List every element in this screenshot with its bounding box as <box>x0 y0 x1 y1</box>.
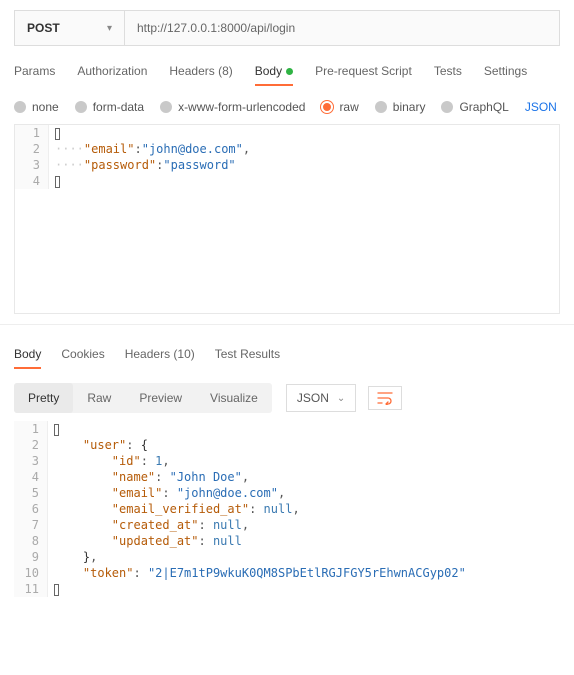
cursor-icon <box>54 424 59 436</box>
tab-params[interactable]: Params <box>14 64 55 86</box>
radio-icon <box>14 101 26 113</box>
line-number: 1 <box>15 125 49 141</box>
request-tabs: Params Authorization Headers (8) Body Pr… <box>0 46 574 86</box>
tab-body[interactable]: Body <box>255 64 293 86</box>
resp-tab-headers[interactable]: Headers (10) <box>125 347 195 369</box>
chevron-down-icon: ▾ <box>107 23 112 34</box>
response-body-editor[interactable]: 1 2 "user": { 3 "id": 1, 4 "name": "John… <box>14 421 560 597</box>
line-number: 2 <box>15 141 49 157</box>
response-tabs: Body Cookies Headers (10) Test Results <box>0 324 574 369</box>
line-number: 3 <box>14 453 48 469</box>
radio-none[interactable]: none <box>14 100 59 114</box>
view-visualize[interactable]: Visualize <box>196 383 272 413</box>
radio-graphql[interactable]: GraphQL <box>441 100 508 114</box>
line-number: 11 <box>14 581 48 597</box>
radio-icon <box>75 101 87 113</box>
wrap-lines-button[interactable] <box>368 386 402 410</box>
radio-raw[interactable]: raw <box>321 100 358 114</box>
radio-form-data[interactable]: form-data <box>75 100 144 114</box>
body-type-row: none form-data x-www-form-urlencoded raw… <box>0 86 574 124</box>
cursor-icon <box>55 128 60 140</box>
line-number: 4 <box>14 469 48 485</box>
response-view-row: Pretty Raw Preview Visualize JSON ⌄ <box>0 369 574 421</box>
tab-settings[interactable]: Settings <box>484 64 527 86</box>
radio-x-www-form[interactable]: x-www-form-urlencoded <box>160 100 305 114</box>
resp-tab-body[interactable]: Body <box>14 347 41 369</box>
view-mode-group: Pretty Raw Preview Visualize <box>14 383 272 413</box>
tab-authorization[interactable]: Authorization <box>77 64 147 86</box>
url-text: http://127.0.0.1:8000/api/login <box>137 21 295 35</box>
line-number: 6 <box>14 501 48 517</box>
raw-format-select[interactable]: JSON <box>525 100 557 114</box>
line-number: 10 <box>14 565 48 581</box>
body-modified-indicator <box>286 68 293 75</box>
radio-icon <box>160 101 172 113</box>
method-select[interactable]: POST ▾ <box>15 11 125 45</box>
line-number: 8 <box>14 533 48 549</box>
request-bar: POST ▾ http://127.0.0.1:8000/api/login <box>14 10 560 46</box>
line-number: 4 <box>15 173 49 189</box>
cursor-icon <box>54 584 59 596</box>
line-number: 1 <box>14 421 48 437</box>
line-number: 7 <box>14 517 48 533</box>
tab-headers[interactable]: Headers (8) <box>169 64 232 86</box>
url-input[interactable]: http://127.0.0.1:8000/api/login <box>125 11 559 45</box>
tab-prerequest[interactable]: Pre-request Script <box>315 64 412 86</box>
resp-tab-tests[interactable]: Test Results <box>215 347 280 369</box>
response-format-select[interactable]: JSON ⌄ <box>286 384 356 412</box>
radio-binary[interactable]: binary <box>375 100 426 114</box>
method-label: POST <box>27 21 60 35</box>
tab-tests[interactable]: Tests <box>434 64 462 86</box>
request-body-editor[interactable]: 1 2····"email":"john@doe.com", 3····"pas… <box>14 124 560 314</box>
radio-icon <box>321 101 333 113</box>
line-number: 5 <box>14 485 48 501</box>
chevron-down-icon: ⌄ <box>337 393 345 404</box>
line-number: 2 <box>14 437 48 453</box>
line-number: 3 <box>15 157 49 173</box>
view-raw[interactable]: Raw <box>73 383 125 413</box>
resp-tab-cookies[interactable]: Cookies <box>61 347 104 369</box>
radio-icon <box>441 101 453 113</box>
wrap-icon <box>377 391 393 405</box>
radio-icon <box>375 101 387 113</box>
cursor-icon <box>55 176 60 188</box>
line-number: 9 <box>14 549 48 565</box>
view-preview[interactable]: Preview <box>125 383 196 413</box>
view-pretty[interactable]: Pretty <box>14 383 73 413</box>
